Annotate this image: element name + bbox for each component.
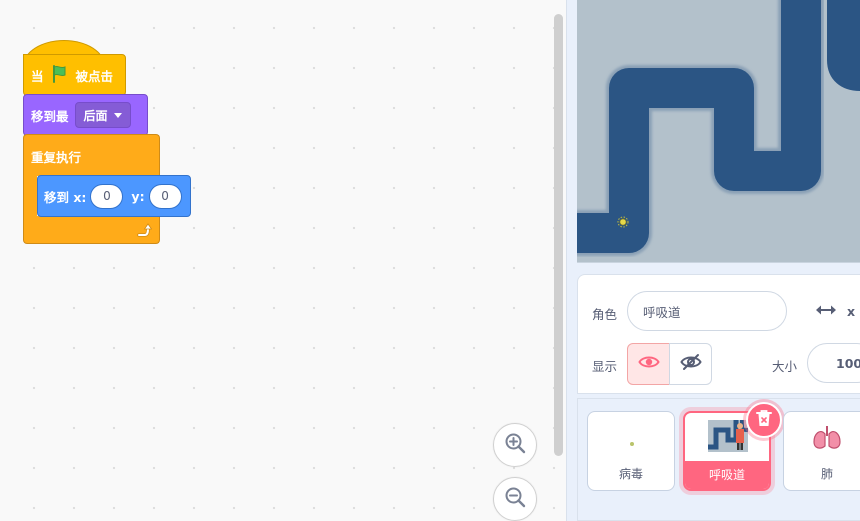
airway-path-graphic <box>577 0 860 256</box>
sprite-label: 角色 <box>592 307 618 322</box>
forever-block-arm[interactable] <box>23 175 37 219</box>
y-label: y: <box>131 188 145 204</box>
workspace-scrollbar-thumb[interactable] <box>554 14 563 456</box>
sprite-card-lungs[interactable]: 肺 <box>783 411 860 491</box>
y-input[interactable]: 0 <box>148 183 182 209</box>
delete-sprite-button[interactable] <box>746 402 782 438</box>
chevron-down-icon <box>113 112 122 118</box>
layer-dropdown-value: 后面 <box>83 108 108 123</box>
zoom-in-icon <box>503 431 527 459</box>
stage[interactable] <box>577 0 860 263</box>
sprite-card-virus[interactable]: 病毒 <box>587 411 675 491</box>
hat-prefix-label: 当 <box>31 68 44 84</box>
x-input[interactable]: 0 <box>90 183 124 209</box>
loop-arrow-icon <box>136 222 153 242</box>
virus-thumbnail-icon <box>629 432 635 451</box>
sprite-name-label: 病毒 <box>618 467 643 481</box>
size-field[interactable]: 100 <box>807 343 860 383</box>
sprite-name-field[interactable]: 呼吸道 <box>627 291 787 331</box>
airway-thumbnail-icon <box>708 420 749 456</box>
eye-off-icon <box>679 353 702 375</box>
size-value: 100 <box>836 355 860 371</box>
layer-dropdown[interactable]: 后面 <box>74 102 131 128</box>
go-to-xy-row: 移到 x: 0 y: 0 <box>44 183 182 209</box>
sprite-name-value: 呼吸道 <box>643 304 681 320</box>
sprite-name-label: 肺 <box>820 467 833 481</box>
zoom-in-button[interactable] <box>493 423 537 467</box>
hat-suffix-label: 被点击 <box>75 68 114 84</box>
forever-label: 重复执行 <box>31 150 82 165</box>
zoom-out-icon <box>503 485 527 513</box>
lungs-thumbnail-icon <box>812 424 842 456</box>
horizontal-arrows-icon <box>815 302 837 322</box>
go-to-layer-row: 移到最 后面 <box>31 102 131 128</box>
sprite-name-label: 呼吸道 <box>708 468 745 482</box>
x-coordinate-label: x <box>847 304 856 319</box>
hide-sprite-button[interactable] <box>669 343 712 385</box>
trash-icon <box>755 408 773 432</box>
go-to-layer-label: 移到最 <box>31 108 69 124</box>
size-label: 大小 <box>772 359 798 374</box>
show-label: 显示 <box>592 359 618 374</box>
go-to-x-label: 移到 x: <box>44 189 87 205</box>
green-flag-icon <box>50 64 70 87</box>
zoom-out-button[interactable] <box>493 477 537 521</box>
when-flag-clicked-row: 当 被点击 <box>31 64 114 87</box>
eye-icon <box>637 354 660 374</box>
show-sprite-button[interactable] <box>627 343 670 385</box>
